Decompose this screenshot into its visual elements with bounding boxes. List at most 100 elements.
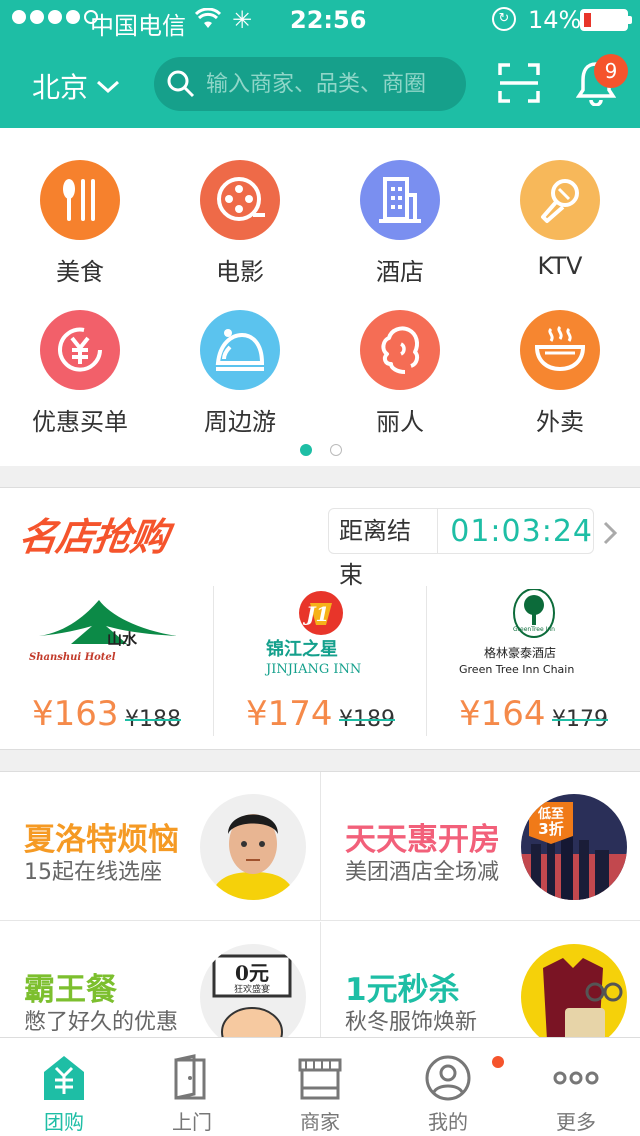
tab-label: 更多 xyxy=(556,1110,596,1134)
hotel-logo-text: GreenTree Inn xyxy=(513,626,555,633)
actor-portrait-image xyxy=(200,794,306,900)
carrier-name: 中国电信 xyxy=(90,12,186,40)
category-takeout[interactable]: 外卖 xyxy=(480,310,640,437)
category-nearby-travel[interactable]: 周边游 xyxy=(160,310,320,437)
hotel-brand-cn: 山水 xyxy=(107,630,138,648)
svg-text:J1: J1 xyxy=(302,602,329,626)
promo-sign-line1: 0元 xyxy=(235,961,269,985)
promo-title: 霸王餐 xyxy=(24,972,117,1008)
hotel-logo: 山水 Shanshui Hotel xyxy=(0,586,213,681)
flash-sale-title: 名店抢购 xyxy=(16,515,171,559)
tab-label: 上门 xyxy=(172,1110,212,1134)
city-name: 北京 xyxy=(32,71,89,104)
scan-icon xyxy=(498,63,540,103)
category-grid: 美食 电影 酒店 KTV 优惠买单 周边游 丽人 外卖 xyxy=(0,128,640,466)
category-discount-pay[interactable]: 优惠买单 xyxy=(0,310,160,437)
city-selector[interactable]: 北京 xyxy=(32,66,120,106)
deal-price: ¥174 xyxy=(246,694,333,734)
signal-icon xyxy=(12,10,98,24)
hotel-brand-en: Green Tree Inn Chain xyxy=(459,663,574,676)
category-ktv[interactable]: KTV xyxy=(480,160,640,280)
deal-card[interactable]: J1 锦江之星 JINJIANG INN ¥174 ¥189 xyxy=(213,586,426,736)
category-label: 电影 xyxy=(216,258,264,286)
bowl-icon xyxy=(520,310,600,390)
scan-button[interactable] xyxy=(498,63,540,107)
top-header: 中国电信 ✳ 22:56 ↻ 14% 北京 输入商家、品类、商圈 9 xyxy=(0,0,640,128)
promo-title: 夏洛特烦恼 xyxy=(24,822,179,858)
film-reel-icon xyxy=(200,160,280,240)
rotation-lock-icon: ↻ xyxy=(492,7,516,31)
countdown-box[interactable]: 距离结束 01:03:24 xyxy=(328,508,594,589)
category-hotel[interactable]: 酒店 xyxy=(320,160,480,287)
tab-label: 团购 xyxy=(44,1110,84,1134)
hotel-logo: J1 锦江之星 JINJIANG INN xyxy=(214,586,427,681)
deal-card[interactable]: GreenTree Inn 格林豪泰酒店 Green Tree Inn Chai… xyxy=(426,586,639,736)
store-icon xyxy=(298,1058,342,1100)
microphone-icon xyxy=(520,160,600,240)
category-label: 丽人 xyxy=(376,408,424,436)
battery-percent: 14% xyxy=(528,6,582,34)
category-label: 周边游 xyxy=(204,408,276,436)
promo-subtitle: 秋冬服饰焕新 xyxy=(345,1010,478,1035)
tab-group-buy[interactable]: 团购 xyxy=(0,1038,128,1136)
travel-icon xyxy=(200,310,280,390)
search-icon xyxy=(167,70,195,98)
category-food[interactable]: 美食 xyxy=(0,160,160,287)
category-label: 优惠买单 xyxy=(32,408,128,436)
tab-label: 我的 xyxy=(428,1110,468,1134)
promo-subtitle: 15起在线选座 xyxy=(24,860,162,885)
deal-original-price: ¥188 xyxy=(125,707,181,732)
mascot-sign-image: 0元 狂欢盛宴 xyxy=(200,944,306,1050)
countdown-value: 01:03:24 xyxy=(450,513,593,549)
page-dot-active xyxy=(300,444,312,456)
beauty-icon xyxy=(360,310,440,390)
category-label: KTV xyxy=(537,252,583,280)
page-dot xyxy=(330,444,342,456)
tab-profile[interactable]: 我的 xyxy=(384,1038,512,1136)
promo-subtitle: 美团酒店全场减 xyxy=(345,860,500,885)
yuan-icon xyxy=(40,310,120,390)
promo-sign-line2: 狂欢盛宴 xyxy=(234,983,270,995)
category-beauty[interactable]: 丽人 xyxy=(320,310,480,437)
deal-price: ¥163 xyxy=(32,694,119,734)
category-label: 美食 xyxy=(56,258,104,286)
door-icon xyxy=(174,1054,206,1100)
hotel-brand-en: Shanshui Hotel xyxy=(29,652,116,663)
tab-home-service[interactable]: 上门 xyxy=(128,1038,256,1136)
wifi-icon xyxy=(194,7,222,36)
deal-price: ¥164 xyxy=(459,694,546,734)
food-icon xyxy=(40,160,120,240)
building-icon xyxy=(360,160,440,240)
profile-notification-dot xyxy=(492,1056,504,1068)
countdown-label: 距离结束 xyxy=(329,509,439,589)
battery-icon xyxy=(580,9,632,31)
tab-label: 商家 xyxy=(300,1110,340,1134)
page-indicator[interactable] xyxy=(300,444,342,456)
tab-merchants[interactable]: 商家 xyxy=(256,1038,384,1136)
status-time: 22:56 xyxy=(290,6,367,34)
category-label: 外卖 xyxy=(536,408,584,436)
clothing-image xyxy=(521,944,627,1050)
notification-badge: 9 xyxy=(594,54,628,88)
profile-icon xyxy=(425,1055,471,1101)
promo-grid: 夏洛特烦恼 15起在线选座 天天惠开房 美团酒店全场减 低至 3折 霸王餐 憋了好… xyxy=(0,771,640,1071)
more-icon xyxy=(553,1071,599,1085)
promo-tile[interactable]: 夏洛特烦恼 15起在线选座 xyxy=(0,772,320,921)
search-bar[interactable] xyxy=(154,57,466,111)
flash-sale-section: 名店抢购 距离结束 01:03:24 山水 Shanshui Hotel ¥16… xyxy=(0,487,640,750)
deal-card[interactable]: 山水 Shanshui Hotel ¥163 ¥188 xyxy=(0,586,213,736)
tab-more[interactable]: 更多 xyxy=(512,1038,640,1136)
chevron-down-icon xyxy=(97,80,120,94)
promo-badge-line2: 3折 xyxy=(538,820,563,838)
deal-original-price: ¥179 xyxy=(552,707,608,732)
promo-title: 1元秒杀 xyxy=(345,972,460,1008)
search-input[interactable] xyxy=(206,71,456,97)
status-bar: 中国电信 ✳ 22:56 ↻ 14% xyxy=(0,0,640,40)
hotel-brand-en: JINJIANG INN xyxy=(264,662,361,677)
city-skyline-image: 低至 3折 xyxy=(521,794,627,900)
tab-bar: 团购 上门 商家 我的 更多 xyxy=(0,1037,640,1136)
category-movie[interactable]: 电影 xyxy=(160,160,320,287)
deal-original-price: ¥189 xyxy=(339,707,395,732)
promo-tile[interactable]: 天天惠开房 美团酒店全场减 低至 3折 xyxy=(320,772,640,921)
chevron-right-icon[interactable] xyxy=(602,520,618,546)
